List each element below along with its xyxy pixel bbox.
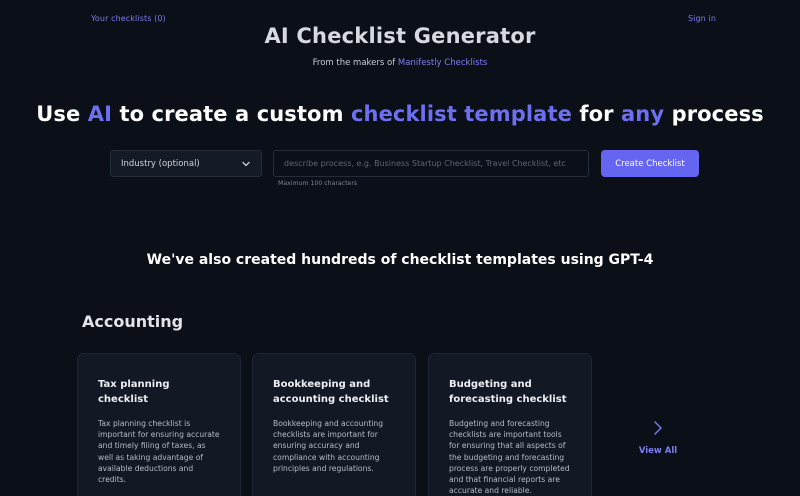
create-checklist-button[interactable]: Create Checklist [601,150,699,177]
chevron-down-icon [242,161,250,166]
hero-highlight-template: checklist template [350,102,572,126]
sign-in-link[interactable]: Sign in [688,14,716,23]
hero-word: Use [36,102,81,126]
chevron-right-icon [654,421,662,435]
card-description: Tax planning checklist is important for … [98,419,220,485]
card-title: Tax planning checklist [98,379,170,405]
hero-highlight-any: any [621,102,665,126]
makers-prefix: From the makers of [312,58,396,68]
character-limit-hint: Maximum 100 characters [278,180,358,187]
industry-select[interactable]: Industry (optional) [110,150,262,177]
card-description: Budgeting and forecasting checklists are… [449,419,570,496]
templates-heading: We've also created hundreds of checklist… [146,252,654,268]
view-all-button[interactable]: View All [638,420,678,456]
hero-headline: Use AI to create a custom checklist temp… [0,102,800,126]
hero-highlight-ai: AI [87,102,113,126]
hero-word: process [671,102,764,126]
card-title: Budgeting and forecasting checklist [449,379,567,405]
checklist-card-bookkeeping[interactable]: Bookkeeping and accounting checklist Boo… [252,353,416,496]
view-all-label: View All [638,446,678,456]
manifestly-link[interactable]: Manifestly Checklists [398,58,487,68]
process-description-input[interactable] [273,150,589,177]
card-description: Bookkeeping and accounting checklists ar… [273,419,384,473]
checklist-card-tax-planning[interactable]: Tax planning checklist Tax planning chec… [77,353,241,496]
makers-line: From the makers of Manifestly Checklists [0,58,800,68]
app-title: AI Checklist Generator [264,24,536,48]
card-title: Bookkeeping and accounting checklist [273,379,389,405]
page: Your checklists (0) Sign in AI Checklist… [0,0,800,496]
category-title: Accounting [82,312,184,331]
hero-word: for [579,102,614,126]
hero-word: to create a custom [119,102,344,126]
checklist-card-budgeting[interactable]: Budgeting and forecasting checklist Budg… [428,353,592,496]
industry-select-label: Industry (optional) [121,158,200,169]
your-checklists-link[interactable]: Your checklists (0) [91,14,166,23]
